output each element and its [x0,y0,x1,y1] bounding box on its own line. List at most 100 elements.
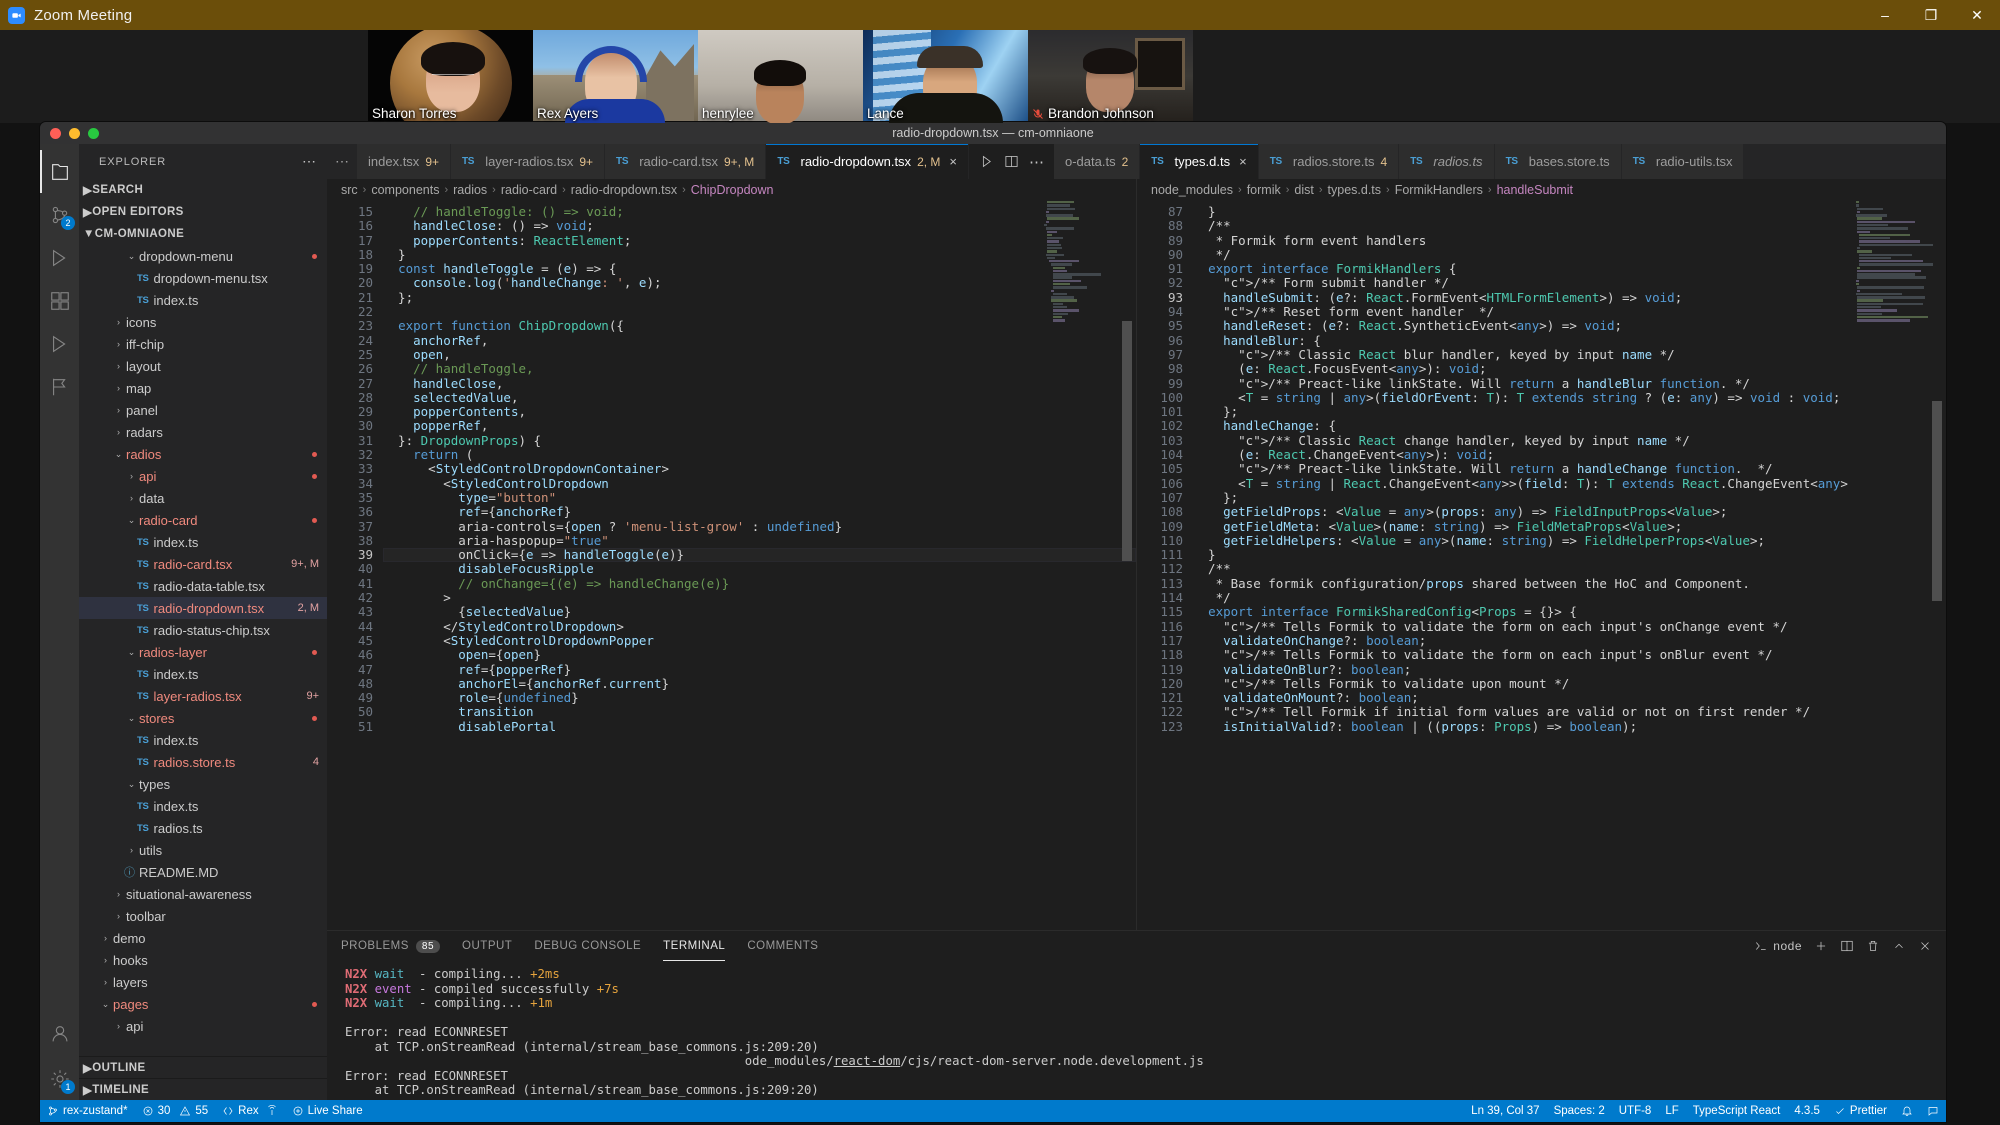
status-ts-version[interactable]: 4.3.5 [1787,1100,1827,1122]
status-live-share[interactable]: Live Share [285,1100,370,1122]
status-notifications[interactable] [1894,1100,1920,1122]
status-encoding[interactable]: UTF-8 [1612,1100,1659,1122]
editor-tab-bar[interactable]: ⋯index.tsx9+TSlayer-radios.tsx9+ TSradio-… [327,144,1946,179]
tree-item[interactable]: ⌄pages [79,993,327,1015]
activity-run-debug[interactable] [40,236,79,279]
status-problems[interactable]: 30 55 [135,1100,216,1122]
tree-item[interactable]: ›situational-awareness [79,883,327,905]
panel-tab[interactable]: DEBUG CONSOLE [534,931,641,961]
terminal-shell-selector[interactable]: node [1754,939,1802,953]
scrollbar-thumb[interactable] [1932,401,1942,601]
editor-tab[interactable]: index.tsx9+ [357,144,451,179]
close-button[interactable]: ✕ [1954,0,2000,30]
tree-item[interactable]: ›data [79,487,327,509]
sidebar-section-outline[interactable]: ▶ OUTLINE [79,1056,327,1078]
tree-item[interactable]: ›radars [79,421,327,443]
breadcrumb-item[interactable]: handleSubmit [1497,183,1573,197]
editor-tab[interactable]: TSradio-dropdown.tsx2, M× [766,144,969,179]
tree-item[interactable]: ›panel [79,399,327,421]
tree-item[interactable]: ⌄dropdown-menu [79,245,327,267]
tree-item[interactable]: TSradios.ts [79,817,327,839]
activity-explorer[interactable] [40,150,79,193]
participant-tile[interactable]: Lance [863,30,1028,123]
activity-source-control[interactable]: 2 [40,193,79,236]
participant-tile[interactable]: henrylee [698,30,863,123]
vertical-scrollbar[interactable] [1124,201,1134,930]
breadcrumb[interactable]: src›components›radios›radio-card›radio-d… [327,179,1136,201]
maximize-button[interactable]: ❐ [1908,0,1954,30]
breadcrumb-item[interactable]: node_modules [1151,183,1233,197]
status-branch[interactable]: rex-zustand* [40,1100,135,1122]
panel-tab[interactable]: TERMINAL [663,931,725,961]
status-language-mode[interactable]: TypeScript React [1686,1100,1788,1122]
terminal-output[interactable]: N2X wait - compiling... +2msN2X event - … [327,961,1946,1100]
breadcrumb[interactable]: node_modules›formik›dist›types.d.ts›Form… [1137,179,1946,201]
status-remote[interactable]: Rex [215,1100,284,1122]
scrollbar-thumb[interactable] [1122,321,1132,561]
activity-accounts[interactable] [40,1014,79,1057]
tree-item[interactable]: TSindex.ts [79,795,327,817]
tree-item[interactable]: TSradio-card.tsx9+, M [79,553,327,575]
editor-tab[interactable]: TStypes.d.ts× [1140,144,1258,179]
participant-tile[interactable]: Sharon Torres [368,30,533,123]
sidebar-section-workspace[interactable]: ▼ CM-OMNIAONE [79,223,327,245]
activity-extensions[interactable] [40,279,79,322]
panel-tab[interactable]: COMMENTS [747,931,818,961]
tab-overflow-icon[interactable]: ⋯ [327,144,357,179]
tree-item[interactable]: TSlayer-radios.tsx9+ [79,685,327,707]
breadcrumb-item[interactable]: ChipDropdown [691,183,774,197]
chevron-up-icon[interactable] [1892,939,1906,953]
split-editor-icon[interactable] [1004,154,1019,169]
panel-tab[interactable]: OUTPUT [462,931,512,961]
tree-item[interactable]: ›toolbar [79,905,327,927]
tree-item[interactable]: ⌄radios-layer [79,641,327,663]
tree-item[interactable]: ›api [79,1015,327,1037]
kill-terminal-icon[interactable] [1866,939,1880,953]
tree-item[interactable]: ›icons [79,311,327,333]
tree-item[interactable]: ⌄types [79,773,327,795]
close-tab-icon[interactable]: × [1239,154,1247,169]
participant-tile[interactable]: Brandon Johnson [1028,30,1193,123]
breadcrumb-item[interactable]: radio-dropdown.tsx [571,183,677,197]
activity-settings[interactable]: 1 [40,1057,79,1100]
status-eol[interactable]: LF [1658,1100,1685,1122]
tree-item[interactable]: TSindex.ts [79,531,327,553]
activity-testing[interactable] [40,322,79,365]
editor-tab[interactable]: TSradios.store.ts4 [1259,144,1400,179]
tree-item[interactable]: ›map [79,377,327,399]
tree-item[interactable]: ⌄stores [79,707,327,729]
editor-tab[interactable]: TSlayer-radios.tsx9+ [451,144,605,179]
participant-tile[interactable]: Rex Ayers [533,30,698,123]
breadcrumb-item[interactable]: dist [1294,183,1313,197]
tree-item[interactable]: ⌄radios [79,443,327,465]
status-formatter[interactable]: Prettier [1827,1100,1894,1122]
tree-item[interactable]: ›hooks [79,949,327,971]
editor-tab[interactable]: TSradios.ts [1399,144,1494,179]
sidebar-more-icon[interactable]: ⋯ [302,153,317,170]
sidebar-section-open-editors[interactable]: ▶ OPEN EDITORS [79,201,327,223]
tree-item[interactable]: TSradio-status-chip.tsx [79,619,327,641]
new-terminal-icon[interactable] [1814,939,1828,953]
tree-item[interactable]: ›utils [79,839,327,861]
code-area-right[interactable]: 8788899091929394959697989910010110210310… [1137,201,1946,930]
breadcrumb-item[interactable]: radio-card [501,183,557,197]
tree-item[interactable]: ›layout [79,355,327,377]
tree-item[interactable]: ›demo [79,927,327,949]
tree-item[interactable]: ›iff-chip [79,333,327,355]
breadcrumb-item[interactable]: radios [453,183,487,197]
split-terminal-icon[interactable] [1840,939,1854,953]
tree-item[interactable]: ⓘREADME.MD [79,861,327,883]
editor-tab[interactable]: TSbases.store.ts [1495,144,1622,179]
run-icon[interactable] [979,154,994,169]
tree-item[interactable]: ›layers [79,971,327,993]
code-area-left[interactable]: 1516171819202122232425262728293031323334… [327,201,1136,930]
code-content[interactable]: } /** * Formik form event handlers */ ex… [1193,201,1946,930]
close-panel-icon[interactable] [1918,939,1932,953]
panel-tab[interactable]: PROBLEMS85 [341,931,440,961]
status-cursor-position[interactable]: Ln 39, Col 37 [1464,1100,1546,1122]
close-tab-icon[interactable]: × [949,154,957,169]
breadcrumb-item[interactable]: formik [1247,183,1281,197]
code-content[interactable]: // handleToggle: () => void; handleClose… [383,201,1136,930]
minimize-button[interactable]: – [1862,0,1908,30]
editor-tab[interactable]: o-data.ts2 [1054,144,1140,179]
